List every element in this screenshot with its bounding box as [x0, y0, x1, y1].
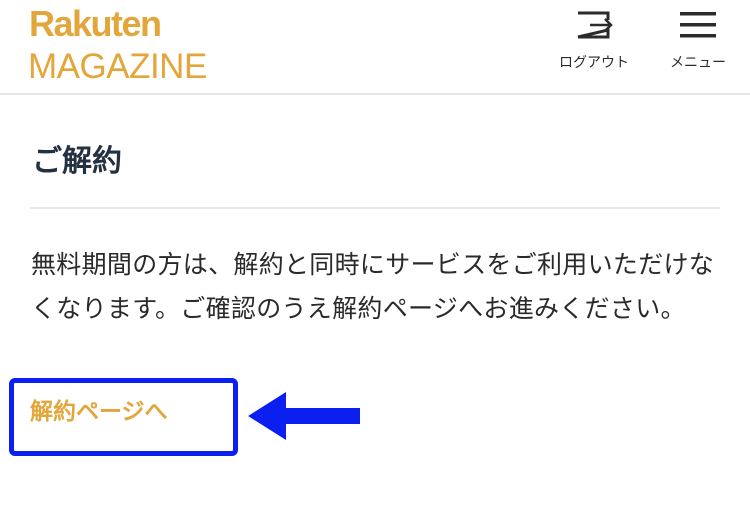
rakuten-magazine-logo[interactable]: Rakuten MAGAZINE: [28, 3, 207, 86]
logout-label: ログアウト: [559, 55, 629, 71]
cancellation-description: 無料期間の方は、解約と同時にサービスをご利用いただけなくなります。ご確認のうえ解…: [31, 250, 715, 323]
logout-button[interactable]: ログアウト: [552, 10, 636, 72]
page-title: ご解約: [32, 144, 122, 179]
menu-label: メニュー: [670, 55, 726, 71]
menu-button[interactable]: メニュー: [662, 10, 734, 72]
logo-text-rakuten: Rakuten: [29, 3, 162, 44]
logout-icon: [574, 10, 614, 44]
hamburger-menu-icon: [678, 10, 718, 44]
logo-text-magazine: MAGAZINE: [28, 47, 207, 86]
site-header: Rakuten MAGAZINE ログアウト メニュー: [0, 0, 750, 95]
cancel-page-link[interactable]: 解約ページへ: [30, 394, 168, 430]
left-arrow-icon: [248, 390, 360, 446]
section-divider: [30, 207, 720, 209]
